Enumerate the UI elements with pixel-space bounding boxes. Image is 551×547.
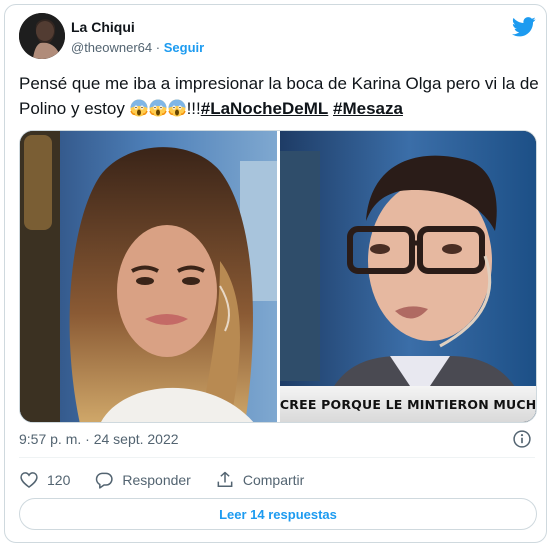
tweet-exclaim: !!! [186,99,201,118]
tweet-card: La Chiqui @theowner64 · Seguir Pensé que… [4,4,547,543]
action-bar: 120 Responder Compartir [19,469,328,491]
avatar[interactable] [19,13,65,59]
emoji-group [129,99,187,118]
man-photo [280,131,536,422]
share-icon [217,471,233,487]
tweet-timestamp[interactable]: 9:57 p. m. · 24 sept. 2022 [19,431,179,447]
share-label: Compartir [242,472,305,488]
meta-separator: · [155,40,161,55]
reply-label: Responder [122,472,191,488]
share-button[interactable]: Compartir [215,470,304,490]
info-icon[interactable] [512,429,532,449]
divider [19,457,535,458]
read-replies-button[interactable]: Leer 14 respuestas [19,498,537,530]
author-name[interactable]: La Chiqui [71,19,135,35]
face-screaming-in-fear-icon [129,99,148,117]
author-handle[interactable]: @theowner64 [71,40,152,55]
hashtag-link[interactable]: #LaNocheDeML [201,99,329,118]
media-photo-left[interactable] [20,131,277,422]
hashtag-link[interactable]: #Mesaza [333,99,403,118]
like-button[interactable]: 120 [19,470,70,490]
reply-bubble-icon [96,472,114,489]
media-grid[interactable]: SCREE PORQUE LE MINTIERON MUCHO [19,130,537,423]
heart-icon [20,472,38,489]
avatar-photo [19,13,65,59]
author-meta: @theowner64 · Seguir [71,40,204,55]
likes-count: 120 [47,472,71,488]
follow-button[interactable]: Seguir [164,40,204,55]
face-screaming-in-fear-icon [148,99,167,117]
face-screaming-in-fear-icon [167,99,186,117]
twitter-bird-icon[interactable] [512,17,536,37]
media-photo-right[interactable]: SCREE PORQUE LE MINTIERON MUCHO [280,131,536,422]
tv-chyron: SCREE PORQUE LE MINTIERON MUCHO [280,386,536,422]
tweet-text: Pensé que me iba a impresionar la boca d… [19,71,539,121]
woman-photo [20,131,277,422]
reply-button[interactable]: Responder [94,470,191,490]
